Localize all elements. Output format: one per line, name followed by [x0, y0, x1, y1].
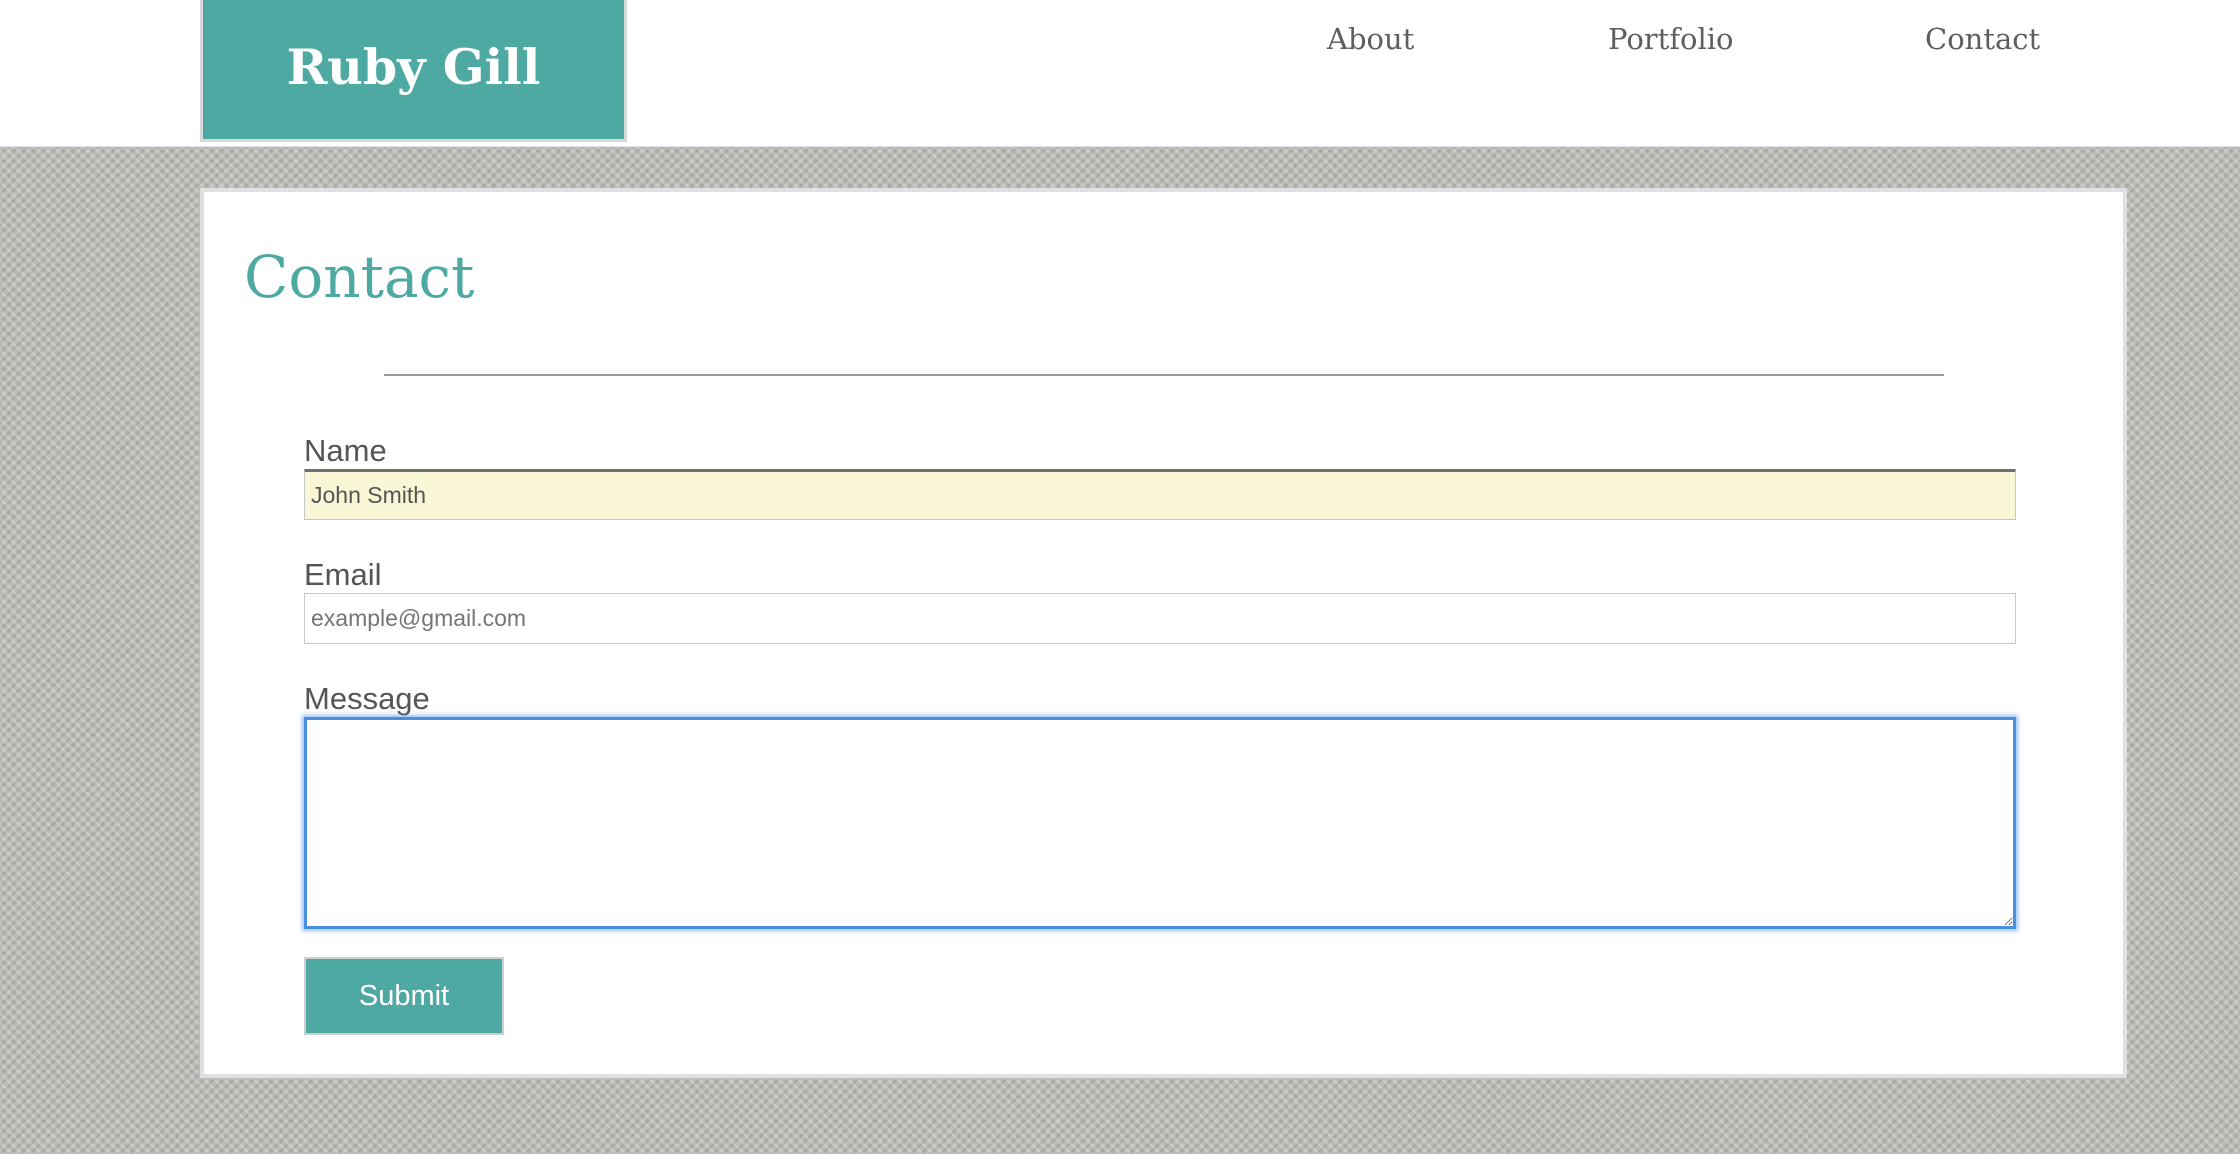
logo-text: Ruby Gill: [286, 37, 541, 96]
name-label: Name: [304, 433, 387, 468]
page-title: Contact: [244, 243, 475, 311]
name-input[interactable]: [304, 469, 2016, 520]
nav-link-portfolio[interactable]: Portfolio: [1608, 22, 1734, 56]
contact-card: Contact Name Email Message Submit: [200, 188, 2127, 1078]
site-header: Ruby Gill About Portfolio Contact: [0, 0, 2240, 147]
email-input[interactable]: [304, 593, 2016, 644]
title-divider: [384, 374, 1944, 376]
message-label: Message: [304, 681, 430, 716]
nav-link-about[interactable]: About: [1327, 22, 1414, 56]
email-label: Email: [304, 557, 382, 592]
message-textarea[interactable]: [304, 717, 2016, 929]
nav-link-contact[interactable]: Contact: [1925, 22, 2040, 56]
submit-button[interactable]: Submit: [304, 957, 504, 1035]
site-logo[interactable]: Ruby Gill: [200, 0, 627, 142]
